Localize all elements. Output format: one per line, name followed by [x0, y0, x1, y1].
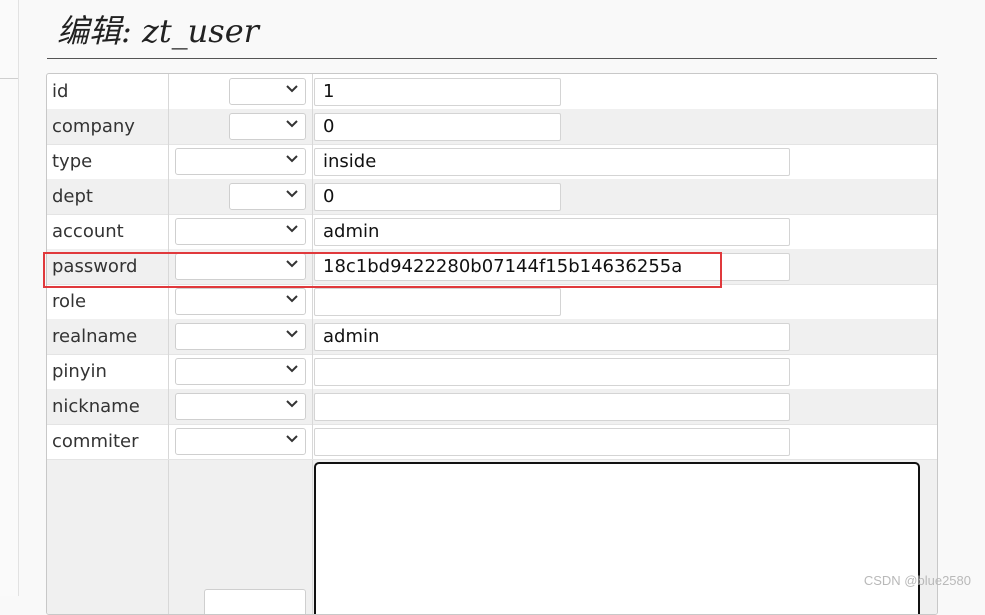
field-name: id: [47, 74, 169, 109]
field-value-input[interactable]: 18c1bd9422280b07144f15b14636255a: [314, 253, 790, 281]
function-cell: [164, 74, 313, 109]
field-value-input[interactable]: [314, 358, 790, 386]
chevron-down-icon: [286, 120, 298, 128]
field-name: dept: [47, 179, 169, 214]
field-name: realname: [47, 319, 169, 354]
left-rail: [0, 0, 19, 596]
field-row-password: password 18c1bd9422280b07144f15b14636255…: [47, 249, 937, 285]
field-value-textarea[interactable]: [314, 462, 920, 614]
field-row-commiter: commiter: [47, 424, 937, 460]
field-value-input[interactable]: admin: [314, 323, 790, 351]
chevron-down-icon: [286, 400, 298, 408]
function-select[interactable]: [175, 218, 306, 245]
field-value-input[interactable]: inside: [314, 148, 790, 176]
field-row-pinyin: pinyin: [47, 354, 937, 390]
field-name: pinyin: [47, 354, 169, 389]
function-cell: [164, 109, 313, 144]
field-row-dept: dept 0: [47, 179, 937, 215]
function-cell: [164, 284, 313, 319]
field-name: company: [47, 109, 169, 144]
field-row-nickname: nickname: [47, 389, 937, 425]
field-row-textarea: [47, 460, 937, 614]
function-select[interactable]: [175, 358, 306, 385]
chevron-down-icon: [286, 295, 298, 303]
function-cell: [164, 319, 313, 354]
field-row-id: id 1: [47, 74, 937, 110]
field-name: commiter: [47, 424, 169, 459]
field-row-realname: realname admin: [47, 319, 937, 355]
field-name: type: [47, 144, 169, 179]
rail-divider: [0, 78, 18, 79]
field-value-input[interactable]: 0: [314, 113, 561, 141]
function-select[interactable]: [175, 288, 306, 315]
function-cell: [164, 354, 313, 389]
function-cell: [164, 179, 313, 214]
function-select[interactable]: [175, 428, 306, 455]
function-select[interactable]: [175, 323, 306, 350]
field-name: account: [47, 214, 169, 249]
chevron-down-icon: [286, 85, 298, 93]
function-select[interactable]: [229, 113, 306, 140]
page-title: 编辑: zt_user: [57, 12, 259, 50]
field-row-role: role: [47, 284, 937, 320]
function-select[interactable]: [229, 78, 306, 105]
field-name: role: [47, 284, 169, 319]
watermark: CSDN @blue2580: [863, 573, 971, 588]
chevron-down-icon: [286, 435, 298, 443]
function-cell: [164, 389, 313, 424]
field-row-company: company 0: [47, 109, 937, 145]
function-cell: [164, 460, 313, 614]
chevron-down-icon: [286, 330, 298, 338]
field-value-input[interactable]: [314, 393, 790, 421]
chevron-down-icon: [286, 365, 298, 373]
function-select[interactable]: [175, 148, 306, 175]
field-value-input[interactable]: [314, 428, 790, 456]
page-header: 编辑: zt_user: [47, 0, 937, 59]
function-select[interactable]: [175, 253, 306, 280]
function-select[interactable]: [175, 393, 306, 420]
function-select[interactable]: [204, 589, 306, 614]
function-cell: [164, 144, 313, 179]
field-name: nickname: [47, 389, 169, 424]
function-cell: [164, 424, 313, 459]
chevron-down-icon: [286, 225, 298, 233]
chevron-down-icon: [286, 260, 298, 268]
field-row-type: type inside: [47, 144, 937, 180]
chevron-down-icon: [286, 155, 298, 163]
edit-form-table: id 1 company 0 type inside dept 0 accoun…: [46, 73, 938, 615]
field-value-input[interactable]: 0: [314, 183, 561, 211]
field-name: password: [47, 249, 169, 284]
function-cell: [164, 214, 313, 249]
field-row-account: account admin: [47, 214, 937, 250]
field-name: [47, 460, 169, 614]
field-value-input[interactable]: 1: [314, 78, 561, 106]
field-value-input[interactable]: admin: [314, 218, 790, 246]
function-cell: [164, 249, 313, 284]
function-select[interactable]: [229, 183, 306, 210]
chevron-down-icon: [286, 190, 298, 198]
field-value-input[interactable]: [314, 288, 561, 316]
